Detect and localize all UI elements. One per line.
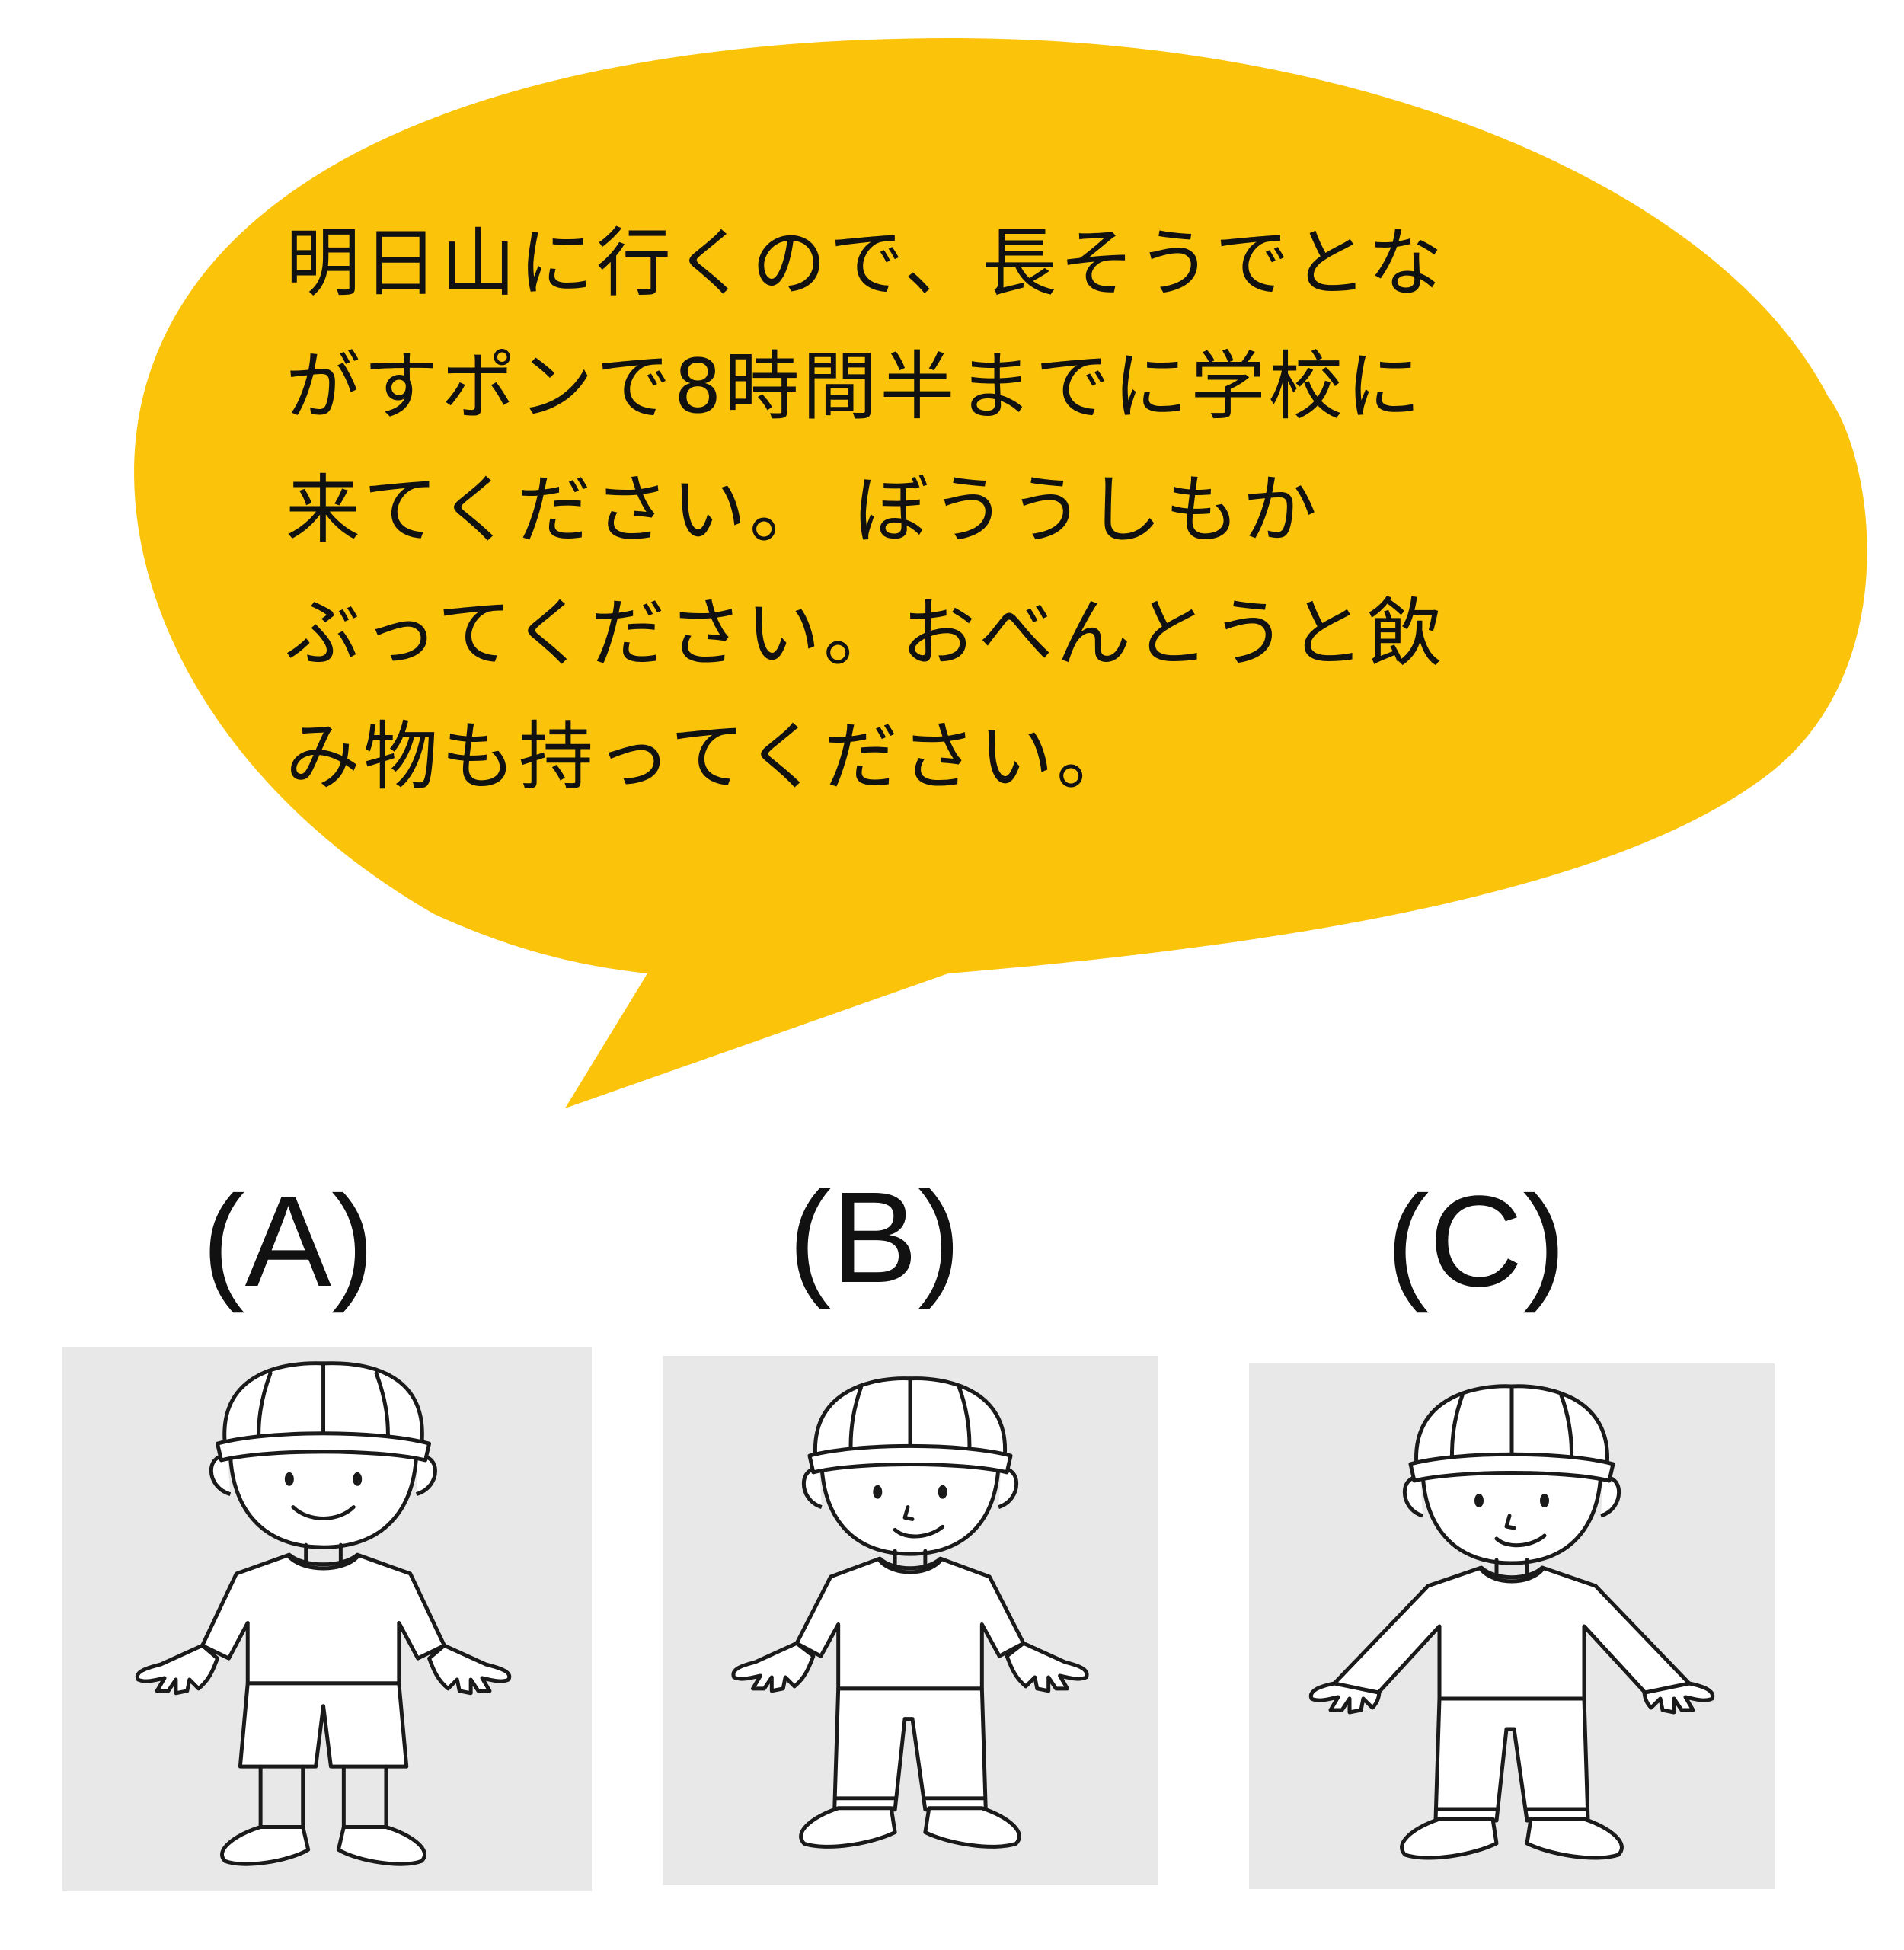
bubble-line-5: み物も持ってください。 — [286, 714, 1135, 801]
option-label-a: (A) — [202, 1169, 375, 1314]
option-b-image[interactable] — [663, 1356, 1158, 1885]
bubble-line-4: ぶってください。おべんとうと飲 — [286, 590, 1446, 677]
option-c-image[interactable] — [1249, 1363, 1775, 1889]
boy-figure-a — [135, 1361, 512, 1866]
option-label-c: (C) — [1386, 1169, 1566, 1314]
bubble-message: 明日山に行くので、長そうでとな がすポンで8時間半までに学校に 来てください。 … — [286, 202, 1733, 819]
boy-figure-c — [1308, 1384, 1715, 1860]
option-a-image[interactable] — [62, 1347, 592, 1891]
bubble-line-3: 来てください。 ぼううしもか — [286, 467, 1321, 554]
option-label-b: (B) — [788, 1165, 961, 1310]
boy-figure-b — [731, 1376, 1089, 1849]
bubble-line-1: 明日山に行くので、長そうでとな — [286, 220, 1446, 307]
bubble-line-2: がすポンで8時間半までに学校に — [286, 344, 1424, 430]
